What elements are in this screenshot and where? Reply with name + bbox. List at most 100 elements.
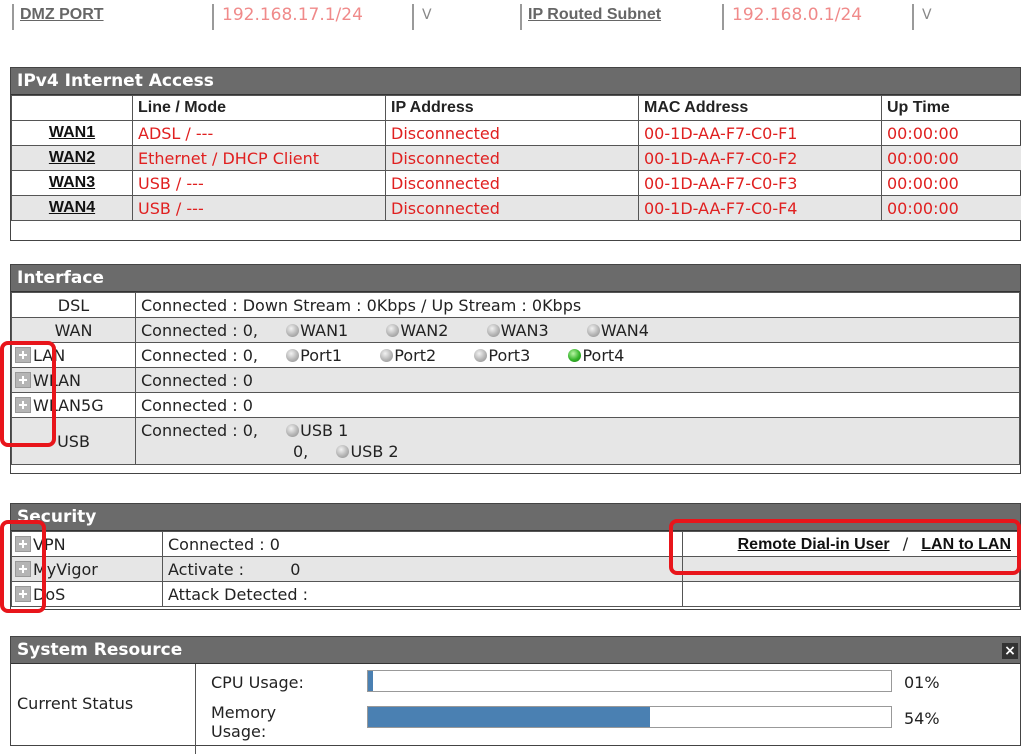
dos-empty [683,582,1020,607]
port2-label: Port2 [394,346,436,365]
dos-status: Attack Detected : [163,582,683,607]
close-icon[interactable]: × [1002,643,1018,659]
usb2-status-icon [336,445,349,458]
lan-connected-text: Connected : 0, [141,346,258,365]
wan1-link[interactable]: WAN1 [12,121,133,146]
usb1-status-icon [286,424,299,437]
wan3-status-icon [487,324,500,337]
dmz-ip-value: 192.168.17.1/24 [214,5,363,25]
memory-usage-value: 54% [904,709,940,728]
wan4-mac: 00-1D-AA-F7-C0-F4 [639,196,882,221]
memory-usage-bar [367,706,892,728]
highlight-box-interface-expanders [0,341,56,447]
table-header-row: Line / Mode IP Address MAC Address Up Ti… [12,96,1021,121]
routed-subnet-link[interactable]: IP Routed Subnet [522,6,661,23]
wan4-mode: USB / --- [133,196,386,221]
wan3-mode: USB / --- [133,171,386,196]
port1-label: Port1 [300,346,342,365]
port3-label: Port3 [488,346,530,365]
wan-row: WAN Connected : 0, WAN1 WAN2 WAN3 WAN4 [12,318,1020,343]
cpu-usage-bar-fill [368,671,373,691]
wan4-port-label: WAN4 [601,321,649,340]
wlan5g-row: WLAN5G Connected : 0 [12,393,1020,418]
lan-status: Connected : 0, Port1 Port2 Port3 Port4 [136,343,1020,368]
wlan-status: Connected : 0 [136,368,1020,393]
col-header-line-mode: Line / Mode [133,96,386,121]
cpu-usage-label: CPU Usage: [211,673,304,692]
usb2-count: 0, [293,442,308,461]
wlan-row: WLAN Connected : 0 [12,368,1020,393]
wan1-port-label: WAN1 [300,321,348,340]
usb2-label: USB 2 [350,442,398,461]
wan2-ip: Disconnected [386,146,639,171]
dmz-port-cell: DMZ PORT [12,4,212,30]
col-header-up-time: Up Time [882,96,1021,121]
dsl-row: DSL Connected : Down Stream : 0Kbps / Up… [12,293,1020,318]
usb2-line: 0, USB 2 [141,441,1014,462]
wan1-ip: Disconnected [386,121,639,146]
port4-status-icon [568,349,581,362]
table-row: WAN3 USB / --- Disconnected 00-1D-AA-F7-… [12,171,1021,196]
usb-status: Connected : 0, USB 1 0, USB 2 [136,418,1020,465]
system-resource-panel: System Resource × Current Status CPU Usa… [10,636,1021,746]
wan2-link[interactable]: WAN2 [12,146,133,171]
wan2-mac: 00-1D-AA-F7-C0-F2 [639,146,882,171]
system-resource-title: System Resource [17,640,182,660]
wan3-port-label: WAN3 [501,321,549,340]
wan1-mode: ADSL / --- [133,121,386,146]
top-strip: DMZ PORT 192.168.17.1/24 V IP Routed Sub… [0,0,1021,34]
wan1-uptime: 00:00:00 [882,121,1021,146]
wan2-uptime: 00:00:00 [882,146,1021,171]
wan-connected-text: Connected : 0, [141,321,258,340]
usb-connected-text: Connected : 0, [141,421,258,440]
lan-row: LAN Connected : 0, Port1 Port2 Port3 Por… [12,343,1020,368]
wan-label: WAN [12,318,136,343]
wan3-uptime: 00:00:00 [882,171,1021,196]
port2-status-icon [380,349,393,362]
wan2-mode: Ethernet / DHCP Client [133,146,386,171]
wan2-status-icon [386,324,399,337]
usb-row: USB Connected : 0, USB 1 0, USB 2 [12,418,1020,465]
wan-status: Connected : 0, WAN1 WAN2 WAN3 WAN4 [136,318,1020,343]
wan4-link[interactable]: WAN4 [12,196,133,221]
interface-table: DSL Connected : Down Stream : 0Kbps / Up… [11,292,1020,465]
col-header-name [12,96,133,121]
current-status-cell: Current Status [11,664,196,754]
port4-label: Port4 [582,346,624,365]
wan3-link[interactable]: WAN3 [12,171,133,196]
wlan5g-status: Connected : 0 [136,393,1020,418]
memory-usage-bar-fill [368,707,650,727]
wan2-port-label: WAN2 [400,321,448,340]
current-status-label: Current Status [17,694,133,713]
myvigor-activate-value: 0 [290,560,300,579]
col-header-ip-address: IP Address [386,96,639,121]
routed-v-mark: V [914,7,932,23]
wan1-status-icon [286,324,299,337]
dmz-ip-cell: 192.168.17.1/24 [212,4,412,30]
dsl-status: Connected : Down Stream : 0Kbps / Up Str… [136,293,1020,318]
cpu-usage-bar [367,670,892,692]
wan4-status-icon [587,324,600,337]
memory-usage-label: Memory Usage: [211,703,331,741]
routed-v-cell: V [912,4,1012,30]
interface-panel: Interface DSL Connected : Down Stream : … [10,264,1021,474]
dmz-port-link[interactable]: DMZ PORT [14,6,104,23]
wan4-ip: Disconnected [386,196,639,221]
dos-row: DoS Attack Detected : [12,582,1020,607]
table-row: WAN1 ADSL / --- Disconnected 00-1D-AA-F7… [12,121,1021,146]
dmz-v-mark: V [414,7,432,23]
interface-panel-title: Interface [11,265,1020,292]
port3-status-icon [474,349,487,362]
usb1-line: Connected : 0, USB 1 [141,420,1014,441]
dsl-label: DSL [12,293,136,318]
routed-ip-value: 192.168.0.1/24 [724,5,862,25]
vpn-status: Connected : 0 [163,532,683,557]
wan3-ip: Disconnected [386,171,639,196]
highlight-box-vpn-links [669,519,1021,575]
routed-subnet-cell: IP Routed Subnet [520,4,720,30]
myvigor-status: Activate : 0 [163,557,683,582]
usb1-label: USB 1 [300,421,348,440]
myvigor-activate-text: Activate : [168,560,244,579]
wan4-uptime: 00:00:00 [882,196,1021,221]
wan3-mac: 00-1D-AA-F7-C0-F3 [639,171,882,196]
